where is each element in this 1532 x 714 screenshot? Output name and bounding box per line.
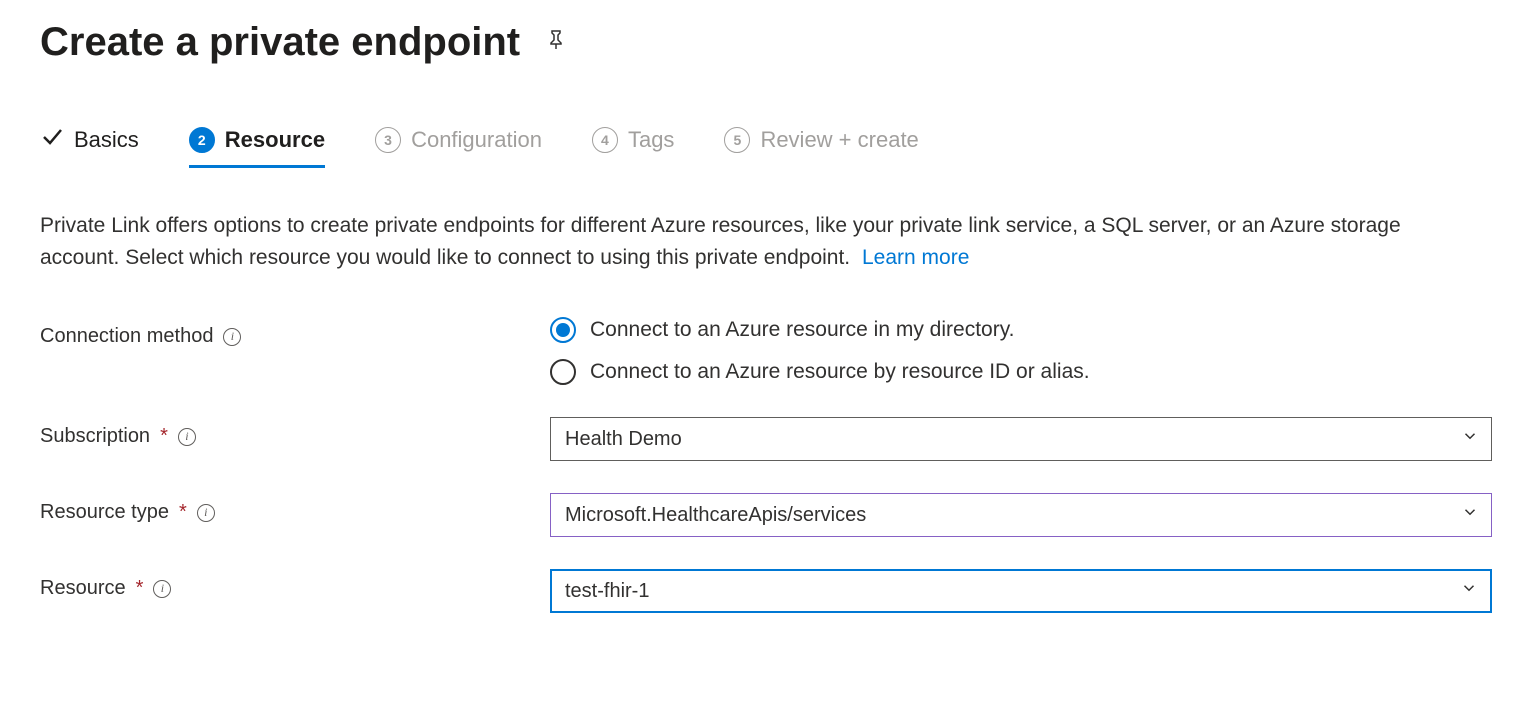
required-indicator: * xyxy=(179,501,187,524)
info-icon[interactable]: i xyxy=(197,504,215,522)
tab-basics[interactable]: Basics xyxy=(40,125,139,168)
wizard-tabs: Basics 2 Resource 3 Configuration 4 Tags… xyxy=(40,125,1492,168)
description-text: Private Link offers options to create pr… xyxy=(40,214,1401,269)
tab-label: Tags xyxy=(628,127,674,153)
resource-label: Resource xyxy=(40,577,126,600)
info-icon[interactable]: i xyxy=(178,428,196,446)
radio-option-resource-id[interactable]: Connect to an Azure resource by resource… xyxy=(550,359,1492,385)
chevron-down-icon xyxy=(1461,427,1479,451)
tab-label: Resource xyxy=(225,127,325,153)
tab-review-create[interactable]: 5 Review + create xyxy=(724,125,918,168)
select-value: test-fhir-1 xyxy=(565,580,649,603)
tab-number: 3 xyxy=(375,127,401,153)
radio-icon xyxy=(550,317,576,343)
tab-description: Private Link offers options to create pr… xyxy=(40,210,1460,273)
radio-option-my-directory[interactable]: Connect to an Azure resource in my direc… xyxy=(550,317,1492,343)
chevron-down-icon xyxy=(1461,503,1479,527)
select-value: Health Demo xyxy=(565,428,682,451)
tab-number: 5 xyxy=(724,127,750,153)
page-title: Create a private endpoint xyxy=(40,20,520,65)
tab-configuration[interactable]: 3 Configuration xyxy=(375,125,542,168)
connection-method-radio-group: Connect to an Azure resource in my direc… xyxy=(550,317,1492,385)
tab-label: Basics xyxy=(74,127,139,153)
info-icon[interactable]: i xyxy=(223,328,241,346)
subscription-label: Subscription xyxy=(40,425,150,448)
radio-label: Connect to an Azure resource in my direc… xyxy=(590,318,1014,342)
chevron-down-icon xyxy=(1460,579,1478,603)
subscription-select[interactable]: Health Demo xyxy=(550,417,1492,461)
resource-select[interactable]: test-fhir-1 xyxy=(550,569,1492,613)
tab-label: Configuration xyxy=(411,127,542,153)
radio-icon xyxy=(550,359,576,385)
resource-type-label: Resource type xyxy=(40,501,169,524)
check-icon xyxy=(40,125,64,155)
connection-method-label: Connection method xyxy=(40,325,213,348)
required-indicator: * xyxy=(136,577,144,600)
resource-type-select[interactable]: Microsoft.HealthcareApis/services xyxy=(550,493,1492,537)
radio-label: Connect to an Azure resource by resource… xyxy=(590,360,1090,384)
tab-tags[interactable]: 4 Tags xyxy=(592,125,674,168)
pin-icon[interactable] xyxy=(544,28,568,57)
learn-more-link[interactable]: Learn more xyxy=(862,246,969,269)
required-indicator: * xyxy=(160,425,168,448)
info-icon[interactable]: i xyxy=(153,580,171,598)
tab-resource[interactable]: 2 Resource xyxy=(189,125,325,168)
tab-number: 2 xyxy=(189,127,215,153)
select-value: Microsoft.HealthcareApis/services xyxy=(565,504,866,527)
tab-number: 4 xyxy=(592,127,618,153)
tab-label: Review + create xyxy=(760,127,918,153)
